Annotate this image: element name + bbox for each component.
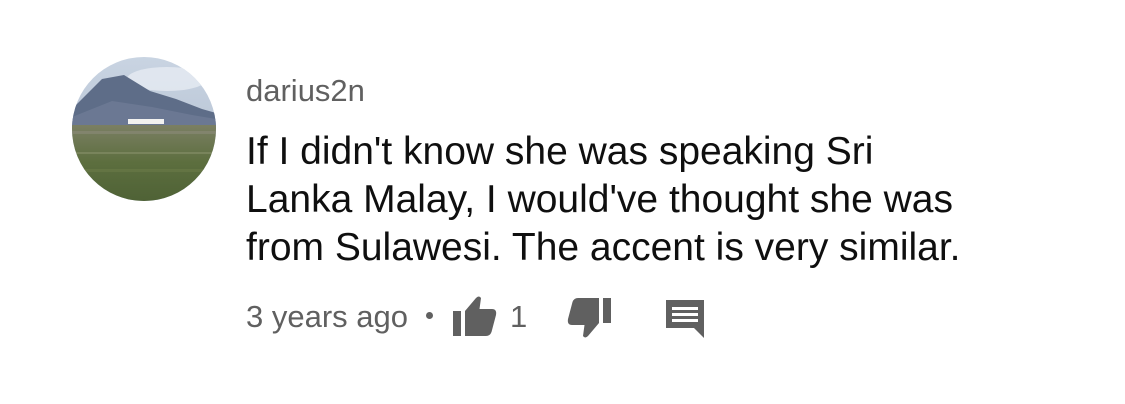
reply-comment-icon xyxy=(666,300,704,338)
dislike-button[interactable] xyxy=(566,296,612,340)
separator-dot xyxy=(426,312,433,319)
comment-text-line: Lanka Malay, I would've thought she was xyxy=(246,178,953,221)
comment-text-line: If I didn't know she was speaking Sri xyxy=(246,130,874,173)
avatar[interactable] xyxy=(72,57,216,201)
comment-item: darius2n If I didn't know she was speaki… xyxy=(0,0,1125,404)
comment-timestamp: 3 years ago xyxy=(246,299,408,334)
comment-actions: 3 years ago 1 xyxy=(246,292,946,342)
comment-text-line: from Sulawesi. The accent is very simila… xyxy=(246,226,961,269)
reply-button[interactable] xyxy=(664,298,706,340)
comment-author[interactable]: darius2n xyxy=(246,71,365,111)
thumbs-down-icon xyxy=(567,298,611,338)
like-button[interactable] xyxy=(452,294,498,338)
like-count: 1 xyxy=(510,299,528,334)
avatar-image xyxy=(72,57,216,201)
thumbs-up-icon xyxy=(453,296,497,336)
comment-text: If I didn't know she was speaking Sri La… xyxy=(246,128,1066,272)
